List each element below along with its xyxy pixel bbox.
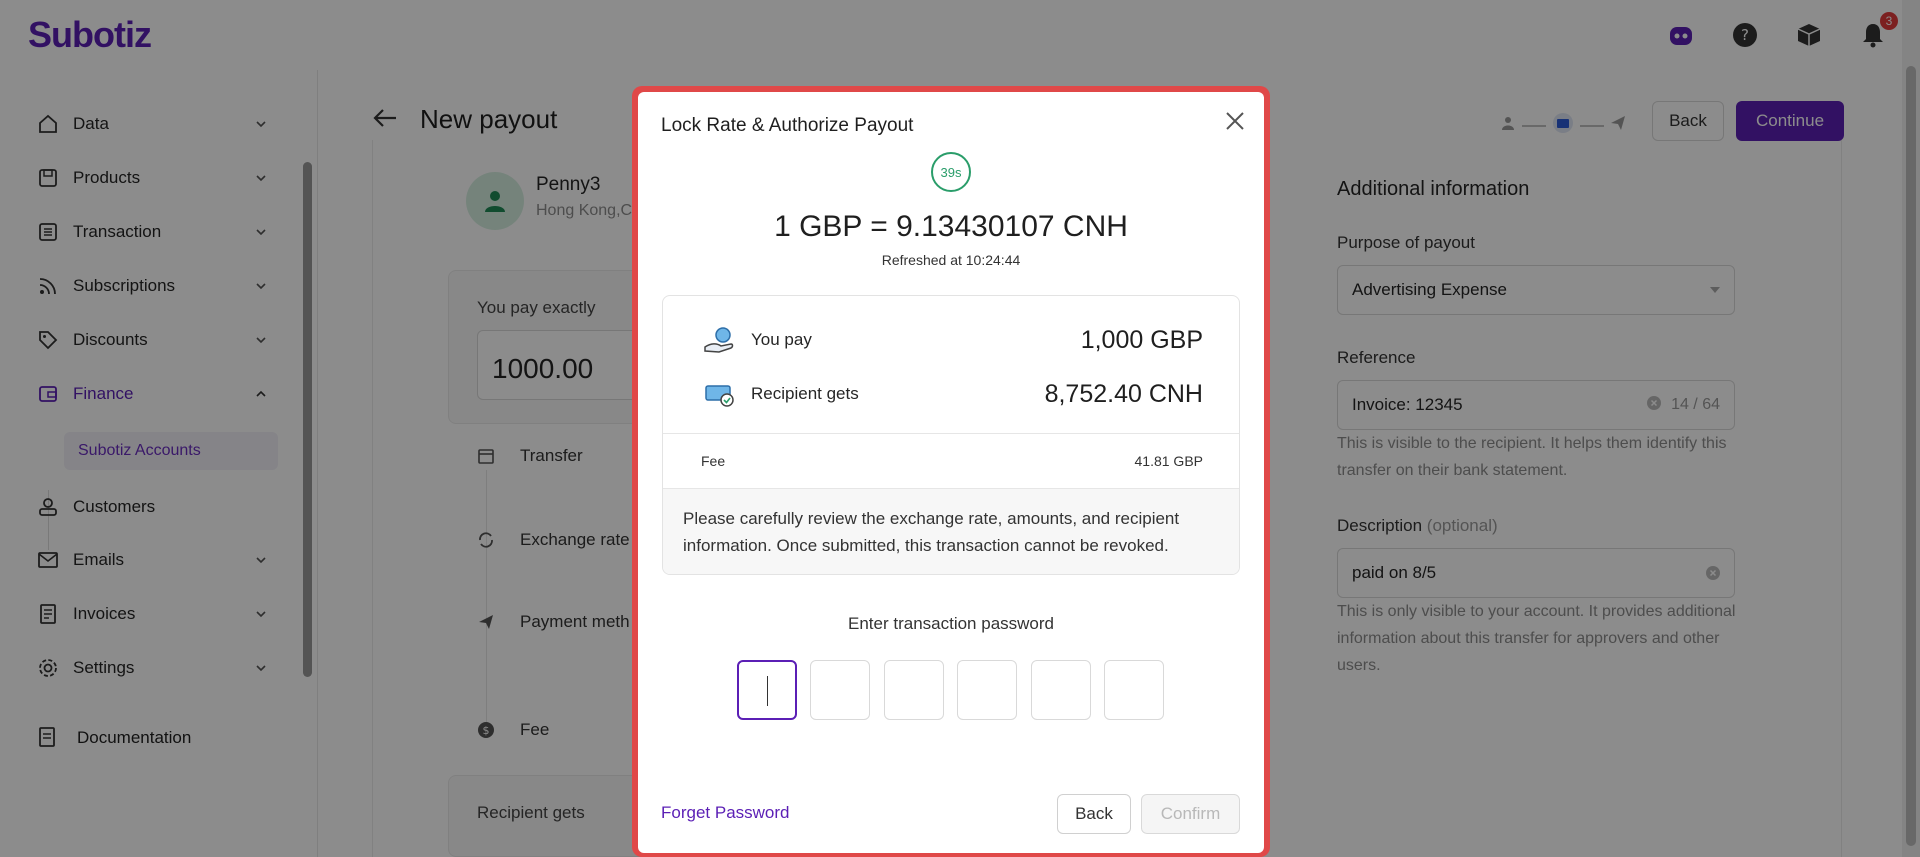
fee-label: Fee xyxy=(701,453,726,469)
dialog-back-button[interactable]: Back xyxy=(1057,794,1131,834)
password-digit-3[interactable] xyxy=(884,660,944,720)
confirm-button[interactable]: Confirm xyxy=(1141,794,1240,834)
money-received-icon xyxy=(703,378,735,410)
password-digit-2[interactable] xyxy=(810,660,870,720)
exchange-rate: 1 GBP = 9.13430107 CNH xyxy=(774,210,1128,243)
dialog-title: Lock Rate & Authorize Payout xyxy=(661,115,914,136)
payout-summary: You pay 1,000 GBP Recipient gets 8,752.4… xyxy=(662,295,1240,575)
password-digit-4[interactable] xyxy=(957,660,1017,720)
forget-password-link[interactable]: Forget Password xyxy=(661,803,790,823)
password-digit-5[interactable] xyxy=(1031,660,1091,720)
close-icon[interactable] xyxy=(1222,108,1248,134)
hand-coin-icon xyxy=(703,324,735,356)
recipient-gets-row: Recipient gets 8,752.40 CNH xyxy=(663,374,1239,414)
fee-amount: 41.81 GBP xyxy=(1134,453,1204,469)
recipient-gets-amount: 8,752.40 CNH xyxy=(1044,379,1203,408)
recipient-gets-label: Recipient gets xyxy=(751,384,859,403)
you-pay-label: You pay xyxy=(751,330,812,349)
you-pay-amount: 1,000 GBP xyxy=(1080,325,1203,354)
fee-row: Fee 41.81 GBP xyxy=(663,434,1239,488)
refreshed-time: Refreshed at 10:24:44 xyxy=(881,252,1021,268)
password-digit-6[interactable] xyxy=(1104,660,1164,720)
countdown-timer: 39s xyxy=(931,152,971,192)
irrevocable-notice: Please carefully review the exchange rat… xyxy=(663,488,1239,574)
password-digit-1[interactable] xyxy=(737,660,797,720)
you-pay-row: You pay 1,000 GBP xyxy=(663,320,1239,360)
password-label: Enter transaction password xyxy=(848,614,1054,633)
